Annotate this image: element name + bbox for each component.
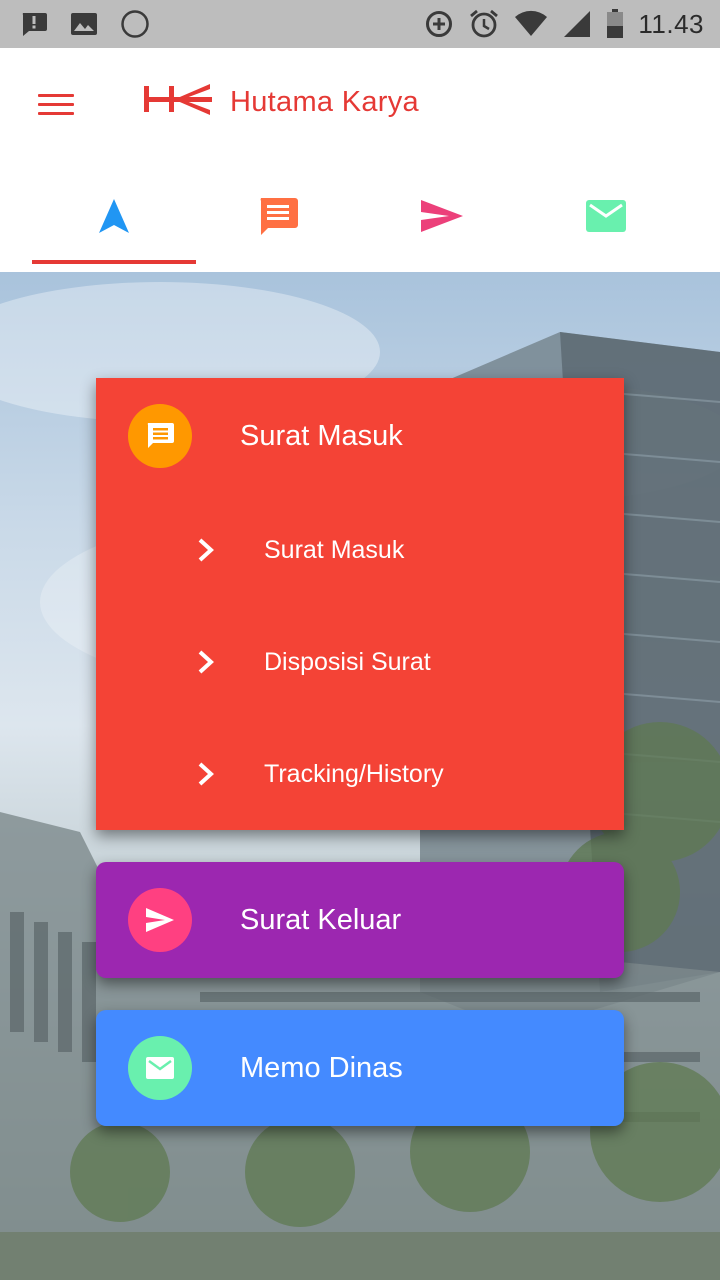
alarm-icon: [468, 8, 500, 40]
app-title: Hutama Karya: [230, 86, 419, 118]
tab-surat-masuk[interactable]: [196, 160, 360, 272]
menu-item-label: Surat Masuk: [264, 535, 405, 564]
tab-surat-keluar[interactable]: [360, 160, 524, 272]
surat-keluar-icon-circle: [128, 888, 192, 952]
memo-dinas-title: Memo Dinas: [240, 1051, 403, 1084]
app-bar: Hutama Karya: [0, 48, 720, 160]
hk-logo-icon: [142, 82, 214, 118]
status-left-icons: [20, 9, 150, 39]
surat-masuk-header[interactable]: Surat Masuk: [96, 378, 624, 494]
surat-masuk-title: Surat Masuk: [240, 419, 403, 452]
memo-dinas-header[interactable]: Memo Dinas: [96, 1010, 624, 1126]
chat-message-icon: [260, 198, 298, 235]
status-right-icons: 11.43: [424, 8, 704, 40]
menu-item-label: Disposisi Surat: [264, 647, 431, 676]
tab-bar: [0, 160, 720, 272]
navigation-arrow-icon: [99, 199, 129, 233]
image-icon: [70, 11, 98, 37]
status-time: 11.43: [638, 8, 704, 39]
hamburger-menu-icon[interactable]: [30, 84, 82, 124]
mail-icon: [146, 1057, 174, 1079]
menu-item-label: Tracking/History: [264, 759, 444, 788]
surat-keluar-header[interactable]: Surat Keluar: [96, 862, 624, 978]
circle-icon: [120, 9, 150, 39]
menu-item-surat-masuk[interactable]: Surat Masuk: [96, 494, 624, 606]
tab-navigation[interactable]: [32, 160, 196, 272]
send-icon: [421, 200, 463, 232]
memo-dinas-card[interactable]: Memo Dinas: [96, 1010, 624, 1126]
signal-icon: [562, 10, 592, 38]
menu-item-disposisi-surat[interactable]: Disposisi Surat: [96, 606, 624, 718]
surat-keluar-title: Surat Keluar: [240, 903, 402, 936]
chevron-right-icon: [196, 537, 220, 563]
tab-selected-indicator: [32, 260, 196, 264]
surat-keluar-card[interactable]: Surat Keluar: [96, 862, 624, 978]
menu-item-tracking-history[interactable]: Tracking/History: [96, 718, 624, 830]
wifi-icon: [514, 10, 548, 38]
tab-memo-dinas[interactable]: [524, 160, 688, 272]
chevron-right-icon: [196, 761, 220, 787]
surat-masuk-card: Surat Masuk Surat Masuk Disposisi Surat …: [96, 378, 624, 830]
battery-icon: [606, 9, 624, 39]
chevron-right-icon: [196, 649, 220, 675]
memo-dinas-icon-circle: [128, 1036, 192, 1100]
message-alert-icon: [20, 11, 48, 37]
chat-message-icon: [147, 423, 174, 448]
mail-icon: [586, 200, 626, 232]
surat-masuk-icon-circle: [128, 404, 192, 468]
send-icon: [146, 908, 174, 932]
status-bar: 11.43: [0, 0, 720, 48]
data-saver-icon: [424, 9, 454, 39]
